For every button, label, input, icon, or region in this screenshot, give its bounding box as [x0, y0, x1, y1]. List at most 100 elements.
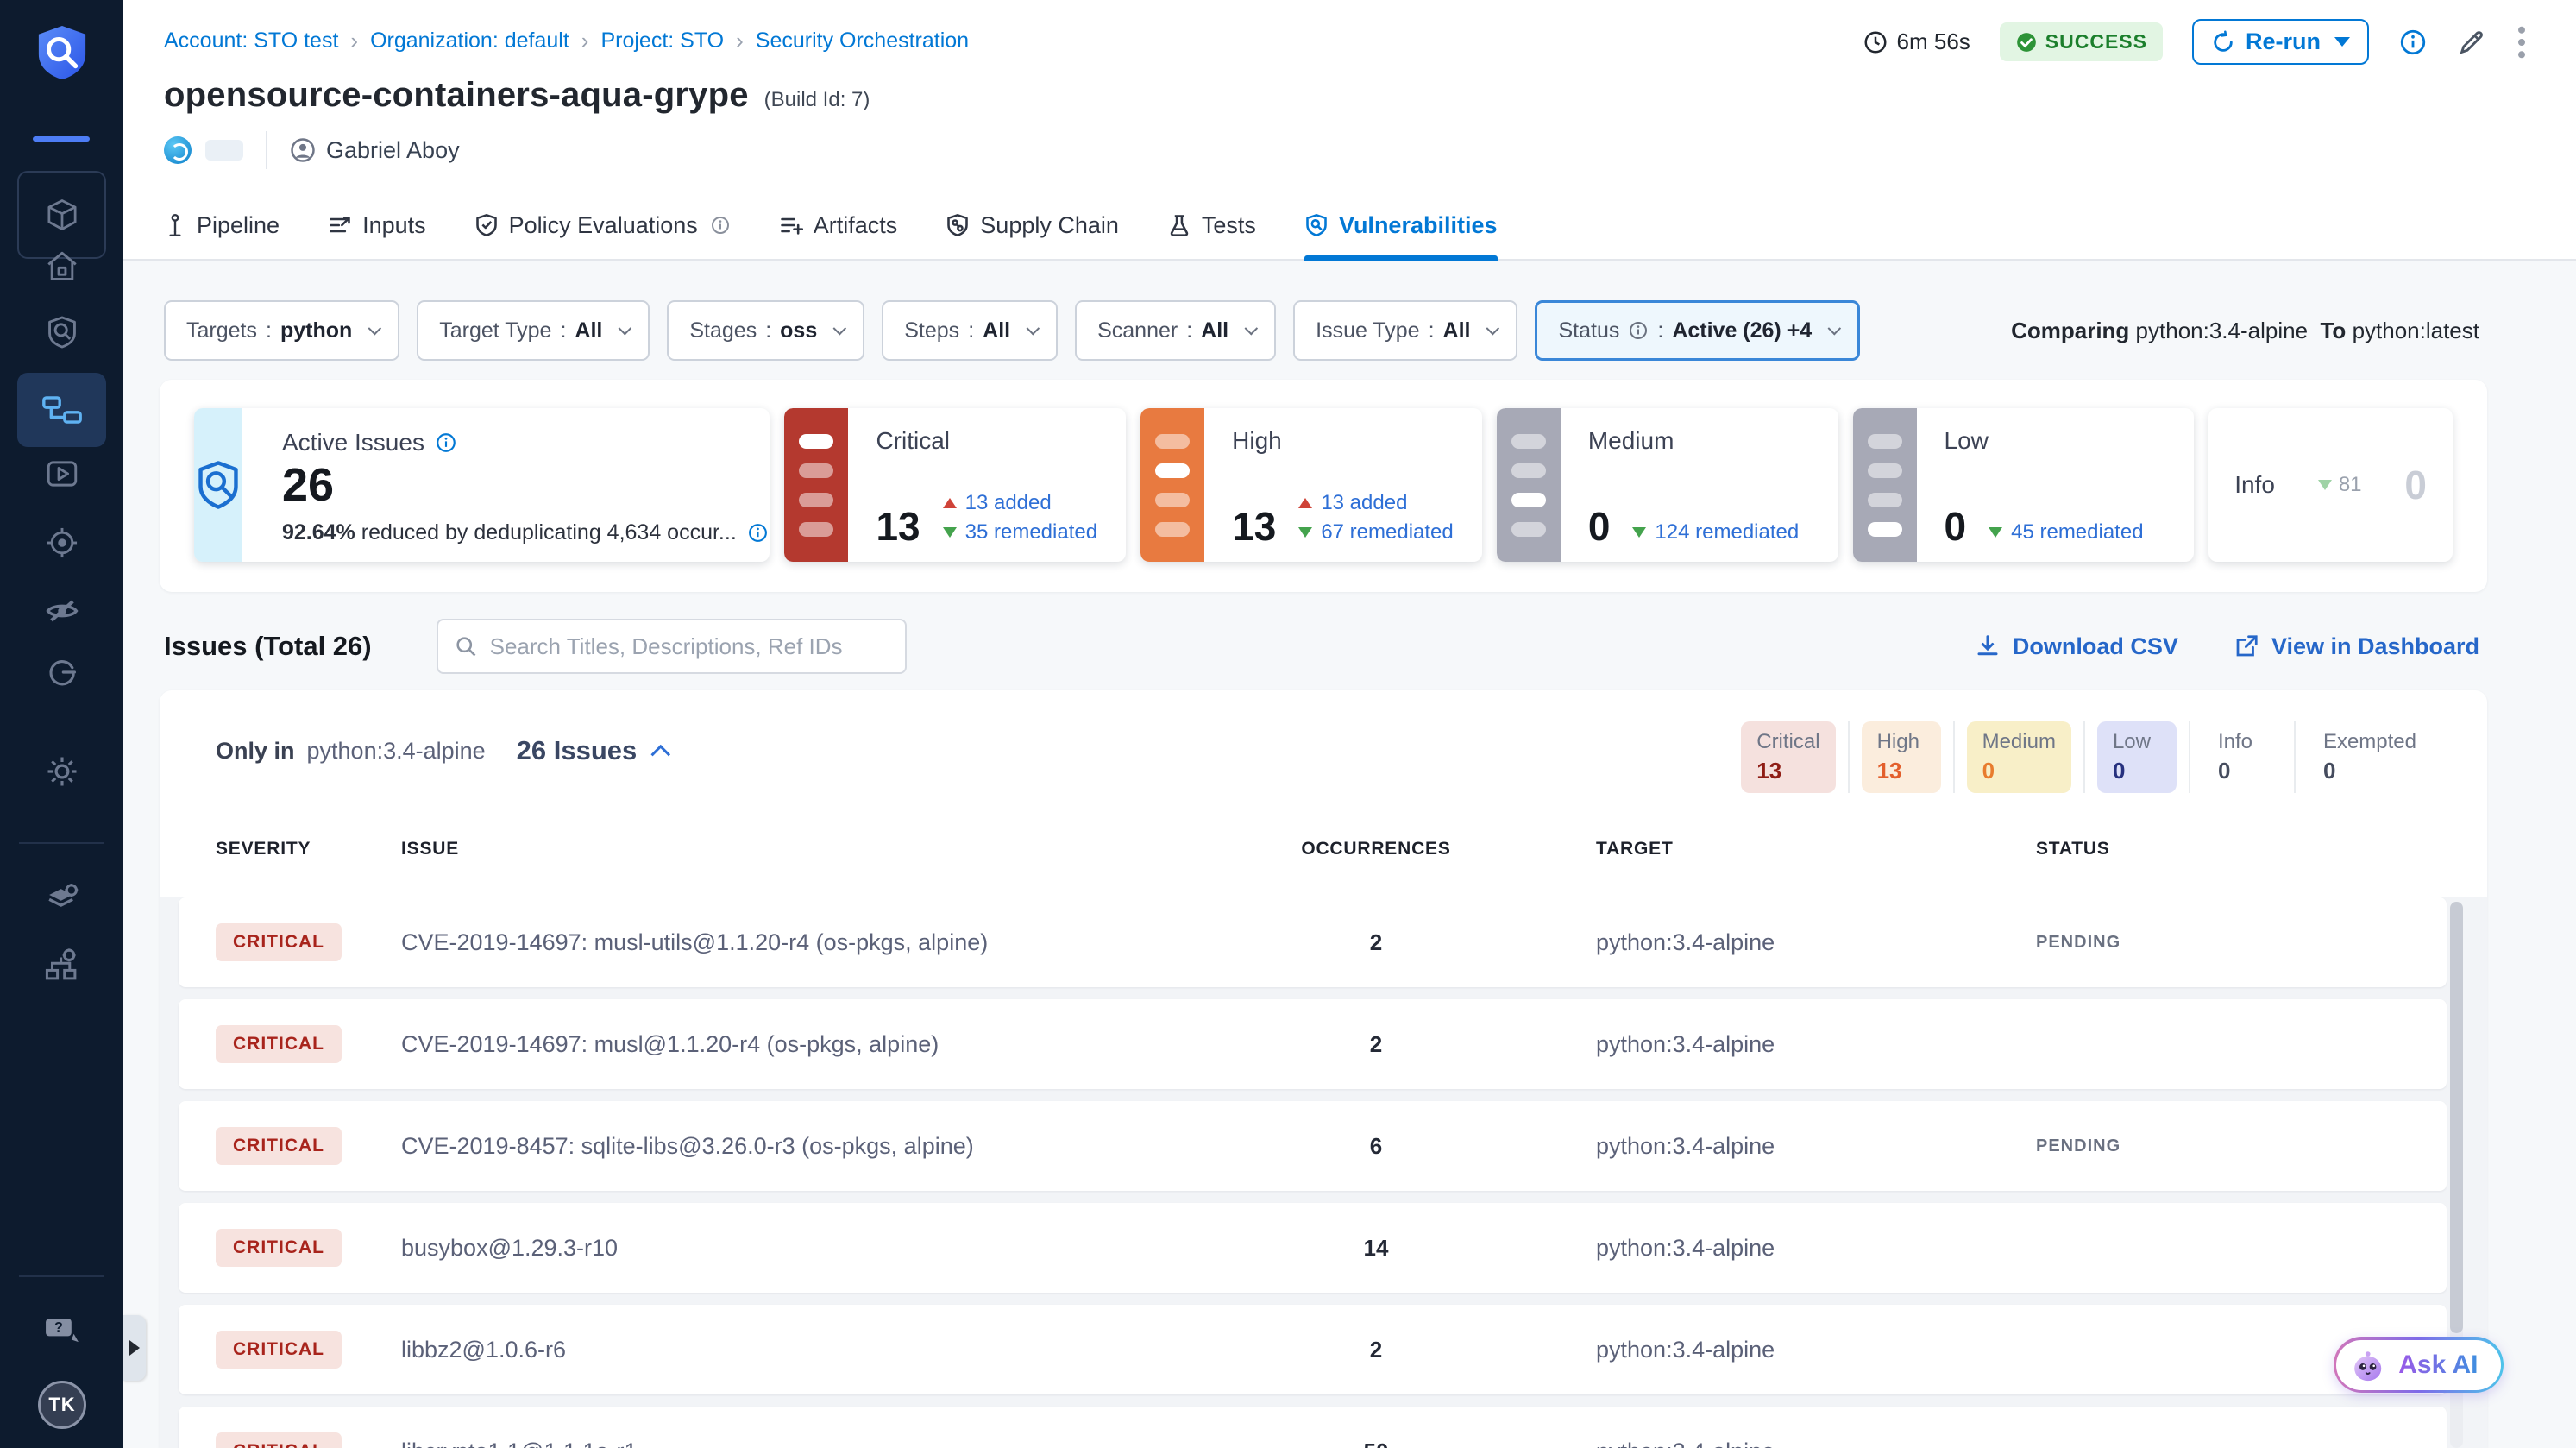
issue-table-row[interactable]: CRITICALlibbz2@1.0.6-r62python:3.4-alpin… — [179, 1305, 2447, 1394]
info-severity-card[interactable]: Info 81 0 — [2208, 408, 2453, 562]
sidebar-item-get-started[interactable] — [0, 654, 123, 690]
filter-steps[interactable]: Steps:All — [882, 300, 1058, 361]
pill-count: 13 — [1756, 758, 1819, 784]
severity-dash — [1511, 493, 1546, 507]
breadcrumb-link[interactable]: Organization: default — [370, 28, 569, 54]
module-switcher[interactable] — [17, 171, 106, 259]
download-csv-button[interactable]: Download CSV — [1975, 633, 2178, 660]
sto-logo-icon[interactable] — [0, 24, 123, 81]
severity-pill-low[interactable]: Low0 — [2097, 721, 2177, 793]
rerun-button[interactable]: Re-run — [2192, 19, 2369, 65]
sidebar-item-targets[interactable] — [0, 525, 123, 561]
issue-title-link[interactable]: CVE-2019-14697: musl@1.1.20-r4 (os-pkgs,… — [401, 1031, 1229, 1058]
pill-label: Low — [2113, 730, 2161, 754]
policy-tab-icon — [474, 213, 499, 237]
breadcrumb-link[interactable]: Project: STO — [600, 28, 724, 54]
collapse-chevron-icon[interactable] — [651, 745, 671, 765]
remediated-delta[interactable]: 124 remediated — [1632, 520, 1799, 545]
view-in-dashboard-button[interactable]: View in Dashboard — [2234, 633, 2479, 660]
meta-divider — [266, 131, 267, 169]
added-delta[interactable]: 13 added — [1298, 491, 1453, 515]
group-target: python:3.4-alpine — [307, 738, 486, 765]
issue-table-row[interactable]: CRITICALlibcrypto1.1@1.1.1a-r150python:3… — [179, 1407, 2447, 1448]
left-nav: ? TK — [0, 0, 123, 1448]
issue-title-link[interactable]: busybox@1.29.3-r10 — [401, 1235, 1229, 1262]
tab-artifacts[interactable]: Artifacts — [779, 192, 898, 259]
severity-pill-medium[interactable]: Medium0 — [1967, 721, 2071, 793]
severity-card-critical[interactable]: Critical1313 added35 remediated — [784, 408, 1126, 562]
tab-vulnerabilities[interactable]: Vulnerabilities — [1304, 192, 1498, 259]
remediated-delta[interactable]: 45 remediated — [1989, 520, 2143, 545]
filter-target-type[interactable]: Target Type:All — [417, 300, 650, 361]
sidebar-expand-handle[interactable] — [123, 1315, 146, 1381]
severity-card-low[interactable]: Low 045 remediated — [1853, 408, 2195, 562]
pipeline-info-button[interactable] — [2398, 28, 2428, 57]
sidebar-item-executions[interactable] — [0, 456, 123, 492]
sidebar-item-home[interactable] — [0, 249, 123, 285]
severity-pill-high[interactable]: High13 — [1862, 721, 1941, 793]
cube-icon — [43, 196, 81, 234]
remediated-delta[interactable]: 67 remediated — [1298, 520, 1453, 545]
active-issues-card[interactable]: Active Issues 26 92.64% reduced by dedup… — [194, 408, 770, 562]
filter-status[interactable]: Status:Active (26) +4 — [1535, 300, 1860, 361]
severity-card-high[interactable]: High1313 added67 remediated — [1140, 408, 1482, 562]
help-button[interactable]: ? — [0, 1313, 123, 1350]
sidebar-item-security-tests[interactable] — [0, 314, 123, 350]
severity-count: 13 — [1232, 507, 1276, 546]
issue-title-link[interactable]: libcrypto1.1@1.1.1a-r1 — [401, 1439, 1229, 1448]
filter-scanner[interactable]: Scanner:All — [1075, 300, 1276, 361]
issue-group-header[interactable]: Only in python:3.4-alpine 26 Issues — [216, 735, 671, 766]
remediated-delta[interactable]: 35 remediated — [943, 520, 1097, 545]
sidebar-item-exemptions[interactable] — [0, 592, 123, 630]
tab-supply-chain[interactable]: Supply Chain — [946, 192, 1119, 259]
issue-table-row[interactable]: CRITICALbusybox@1.29.3-r1014python:3.4-a… — [179, 1203, 2447, 1293]
tab-policy-evaluations[interactable]: Policy Evaluations — [474, 192, 731, 259]
info-icon[interactable] — [747, 522, 769, 544]
severity-card-medium[interactable]: Medium0124 remediated — [1497, 408, 1838, 562]
sidebar-item-org-settings[interactable] — [0, 946, 123, 985]
sidebar-item-settings[interactable] — [0, 752, 123, 790]
ask-ai-button[interactable]: Ask AI — [2334, 1337, 2504, 1393]
search-input[interactable] — [490, 633, 889, 660]
user-avatar[interactable]: TK — [38, 1381, 86, 1429]
filter-issue-type[interactable]: Issue Type:All — [1293, 300, 1517, 361]
issue-title-link[interactable]: libbz2@1.0.6-r6 — [401, 1337, 1229, 1363]
tab-tests[interactable]: Tests — [1167, 192, 1256, 259]
issue-table-row[interactable]: CRITICALCVE-2019-14697: musl-utils@1.1.2… — [179, 897, 2447, 987]
severity-cell: CRITICAL — [216, 1229, 401, 1267]
ask-ai-label: Ask AI — [2398, 1350, 2478, 1380]
breadcrumb-link[interactable]: Security Orchestration — [756, 28, 969, 54]
severity-card-title: Low — [1945, 427, 2177, 455]
remediated-text: 67 remediated — [1321, 520, 1453, 545]
issue-table-row[interactable]: CRITICALCVE-2019-14697: musl@1.1.20-r4 (… — [179, 999, 2447, 1089]
breadcrumb-link[interactable]: Account: STO test — [164, 28, 338, 54]
scrollbar-thumb[interactable] — [2450, 902, 2463, 1333]
sidebar-item-project-settings[interactable] — [0, 878, 123, 918]
tab-inputs[interactable]: Inputs — [328, 192, 426, 259]
issue-table-row[interactable]: CRITICALCVE-2019-8457: sqlite-libs@3.26.… — [179, 1101, 2447, 1191]
issue-title-link[interactable]: CVE-2019-8457: sqlite-libs@3.26.0-r3 (os… — [401, 1133, 1229, 1160]
severity-pill-exempted[interactable]: Exempted0 — [2308, 721, 2432, 793]
rerun-dropdown-caret[interactable] — [2334, 37, 2350, 47]
app-root: ? TK Account: STO test›Organization: def… — [0, 0, 2576, 1448]
scanner-logo-icon — [164, 136, 192, 164]
issue-title-link[interactable]: CVE-2019-14697: musl-utils@1.1.20-r4 (os… — [401, 929, 1229, 956]
issues-table-header: SEVERITY ISSUE OCCURRENCES TARGET STATUS — [160, 839, 2487, 859]
tab-pipeline[interactable]: Pipeline — [164, 192, 280, 259]
status-badge: SUCCESS — [2000, 22, 2163, 61]
severity-pill-info[interactable]: Info0 — [2202, 721, 2282, 793]
severity-card-body: Critical1313 added35 remediated — [848, 408, 1126, 562]
info-card-delta: 81 — [2318, 473, 2362, 497]
more-options-button[interactable] — [2516, 25, 2528, 60]
info-icon[interactable] — [435, 431, 457, 454]
added-delta[interactable]: 13 added — [943, 491, 1097, 515]
filter-targets[interactable]: Targets:python — [164, 300, 399, 361]
up-triangle-icon — [1298, 498, 1312, 508]
filter-stages[interactable]: Stages:oss — [667, 300, 864, 361]
filter-value: Active (26) +4 — [1672, 318, 1812, 343]
issues-search[interactable] — [437, 619, 907, 674]
severity-card-bottom: 045 remediated — [1945, 507, 2177, 546]
severity-pill-critical[interactable]: Critical13 — [1741, 721, 1835, 793]
edit-pipeline-button[interactable] — [2457, 28, 2486, 57]
sidebar-item-pipelines-active[interactable] — [17, 373, 106, 447]
